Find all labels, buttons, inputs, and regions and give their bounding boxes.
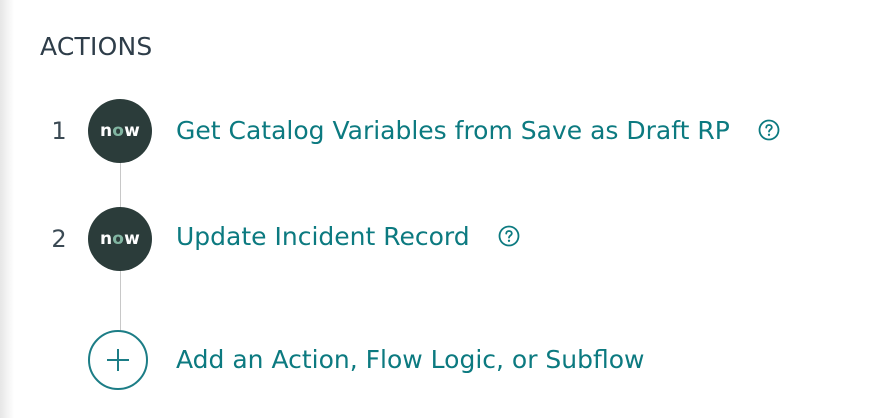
step-connector-line bbox=[119, 160, 121, 210]
now-logo-text: now bbox=[99, 229, 141, 249]
panel-left-edge-shadow bbox=[0, 0, 14, 418]
servicenow-logo-badge: now bbox=[88, 207, 152, 271]
action-link-get-catalog-variables[interactable]: Get Catalog Variables from Save as Draft… bbox=[176, 115, 780, 147]
help-circle-icon[interactable] bbox=[498, 225, 520, 247]
step-number: 1 bbox=[51, 117, 67, 145]
action-label[interactable]: Update Incident Record bbox=[176, 222, 470, 251]
add-action-link[interactable]: Add an Action, Flow Logic, or Subflow bbox=[176, 344, 645, 376]
plus-icon bbox=[107, 349, 129, 371]
action-link-update-incident-record[interactable]: Update Incident Record bbox=[176, 221, 520, 253]
step-connector-line bbox=[119, 268, 121, 332]
now-logo-text: now bbox=[99, 121, 141, 141]
help-circle-icon[interactable] bbox=[758, 119, 780, 141]
add-action-button[interactable] bbox=[88, 330, 148, 390]
step-number: 2 bbox=[51, 225, 67, 253]
section-title: ACTIONS bbox=[40, 32, 153, 61]
action-label[interactable]: Get Catalog Variables from Save as Draft… bbox=[176, 116, 730, 145]
servicenow-logo-badge: now bbox=[88, 99, 152, 163]
